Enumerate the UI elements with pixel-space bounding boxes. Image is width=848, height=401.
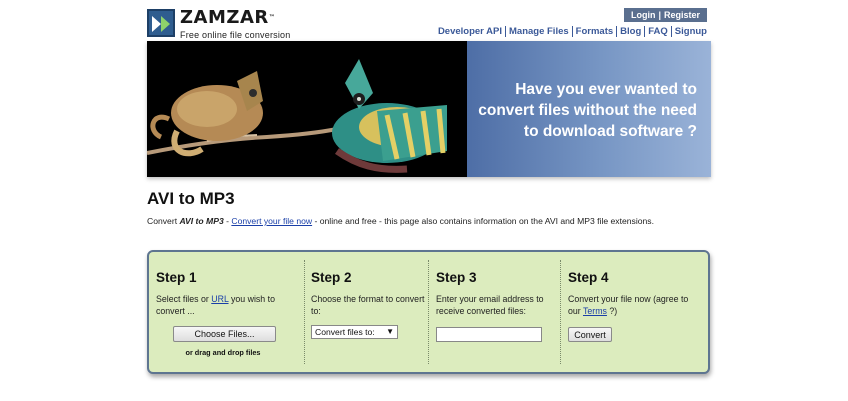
step-2-text: Choose the format to convert to: xyxy=(311,294,425,316)
step-3-title: Step 3 xyxy=(436,270,477,285)
step-divider xyxy=(560,260,561,364)
page-subtitle: Convert AVI to MP3 - Convert your file n… xyxy=(147,216,654,226)
step-1-text: Select files or URL you wish to convert … xyxy=(156,294,275,316)
login-link[interactable]: Login xyxy=(631,10,656,20)
email-input[interactable] xyxy=(436,327,542,342)
drag-drop-note: or drag and drop files xyxy=(185,348,261,357)
auth-box: Login | Register xyxy=(624,8,707,22)
hero-banner: Have you ever wanted to convert files wi… xyxy=(147,41,711,177)
convert-now-link[interactable]: Convert your file now xyxy=(231,216,312,226)
step-1-title: Step 1 xyxy=(156,270,197,285)
choose-files-button[interactable]: Choose Files... xyxy=(173,326,276,342)
nav-formats[interactable]: Formats xyxy=(573,26,618,37)
step-4-title: Step 4 xyxy=(568,270,609,285)
conversion-steps-panel: Step 1 Select files or URL you wish to c… xyxy=(147,250,710,374)
auth-separator: | xyxy=(658,10,661,20)
zamzar-logo[interactable]: ZAMZAR™ Free online file conversion xyxy=(147,9,290,40)
top-navigation: Developer API Manage Files Formats Blog … xyxy=(435,26,707,37)
banner-message-panel: Have you ever wanted to convert files wi… xyxy=(467,41,711,177)
step-1: Step 1 Select files or URL you wish to c… xyxy=(156,252,304,372)
url-link[interactable]: URL xyxy=(211,294,228,304)
convert-button[interactable]: Convert xyxy=(568,327,612,342)
nav-signup[interactable]: Signup xyxy=(672,26,707,37)
step-2-title: Step 2 xyxy=(311,270,352,285)
nav-faq[interactable]: FAQ xyxy=(645,26,672,37)
step-2: Step 2 Choose the format to convert to: … xyxy=(311,252,431,372)
banner-headline: Have you ever wanted to convert files wi… xyxy=(478,81,697,140)
step-4: Step 4 Convert your file now (agree to o… xyxy=(568,252,698,372)
dropdown-arrow-icon: ▼ xyxy=(386,327,394,336)
logo-tagline: Free online file conversion xyxy=(180,30,291,40)
register-link[interactable]: Register xyxy=(664,10,700,20)
step-divider xyxy=(304,260,305,364)
nav-blog[interactable]: Blog xyxy=(617,26,646,37)
format-select[interactable]: Convert files to: ▼ xyxy=(311,325,398,339)
step-3: Step 3 Enter your email address to recei… xyxy=(436,252,561,372)
terms-link[interactable]: Terms xyxy=(583,306,607,316)
logo-name: ZAMZAR™ xyxy=(180,7,276,28)
nav-developer-api[interactable]: Developer API xyxy=(435,26,506,37)
step-divider xyxy=(428,260,429,364)
step-3-text: Enter your email address to receive conv… xyxy=(436,294,544,316)
chameleons-image xyxy=(147,41,467,177)
page-title: AVI to MP3 xyxy=(147,189,235,208)
step-4-text: Convert your file now (agree to our Term… xyxy=(568,294,689,316)
subtitle-bold: AVI to MP3 xyxy=(179,216,224,226)
logo-arrows-icon xyxy=(147,9,175,37)
nav-manage-files[interactable]: Manage Files xyxy=(506,26,573,37)
